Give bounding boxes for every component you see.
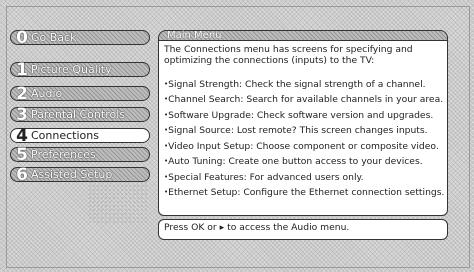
menu-item-label: Preferences xyxy=(31,148,96,161)
menu-item-number: 3 xyxy=(16,104,28,125)
menu-item-number: 2 xyxy=(16,83,28,104)
decorative-dot-pattern xyxy=(88,180,148,225)
feature-video-input-setup: •Video Input Setup: Choose component or … xyxy=(164,140,439,152)
menu-item-number: 6 xyxy=(16,164,28,185)
feature-ethernet-setup: •Ethernet Setup: Configure the Ethernet … xyxy=(164,187,445,199)
menu-item-preferences[interactable]: 5 Preferences xyxy=(10,144,150,165)
feature-signal-source: •Signal Source: Lost remote? This screen… xyxy=(164,125,428,137)
menu-item-picture-quality[interactable]: 1 Picture Quality xyxy=(10,59,150,80)
menu-item-connections[interactable]: 4 Connections xyxy=(10,125,150,146)
menu-item-parental-controls[interactable]: 3 Parental Controls xyxy=(10,104,150,125)
feature-special-features: •Special Features: For advanced users on… xyxy=(164,171,364,183)
menu-item-number: 5 xyxy=(16,144,28,165)
feature-auto-tuning: •Auto Tuning: Create one button access t… xyxy=(164,156,423,168)
menu-item-number: 1 xyxy=(16,59,28,80)
menu-item-audio[interactable]: 2 Audio xyxy=(10,83,150,104)
menu-item-label: Go Back xyxy=(31,31,77,44)
hint-box: Press OK or ▸ to access the Audio menu. xyxy=(158,219,448,240)
menu-item-number: 4 xyxy=(16,125,28,146)
menu-item-label: Audio xyxy=(31,87,63,100)
feature-channel-search: •Channel Search: Search for available ch… xyxy=(164,94,444,106)
panel-title: Main Menu xyxy=(158,30,448,41)
menu-item-label: Picture Quality xyxy=(31,63,112,76)
panel-intro-text: The Connections menu has screens for spe… xyxy=(164,44,413,66)
menu-item-go-back[interactable]: 0 Go Back xyxy=(10,27,150,48)
menu-item-label: Parental Controls xyxy=(31,108,125,121)
hint-text: Press OK or ▸ to access the Audio menu. xyxy=(164,222,350,233)
menu-item-label: Connections xyxy=(31,129,99,142)
connections-info-panel: The Connections menu has screens for spe… xyxy=(158,40,448,216)
feature-software-upgrade: •Software Upgrade: Check software versio… xyxy=(164,110,434,122)
menu-item-number: 0 xyxy=(16,27,28,48)
feature-signal-strength: •Signal Strength: Check the signal stren… xyxy=(164,79,426,91)
